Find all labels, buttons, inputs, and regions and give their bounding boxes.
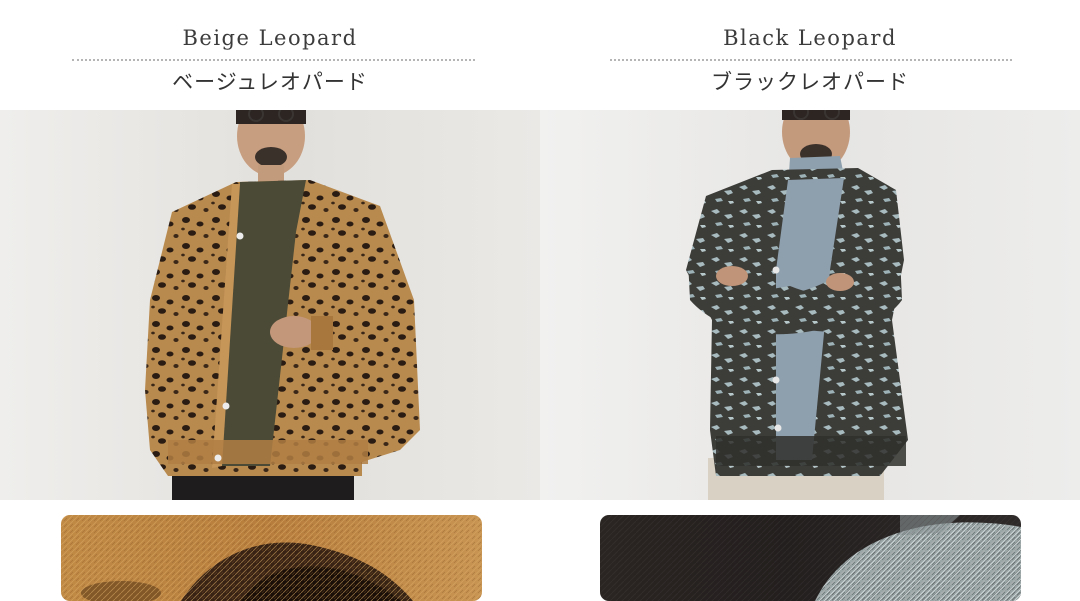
product-title-en: Beige Leopard — [182, 26, 358, 50]
product-column-beige: Beige Leopard ベージュレオパード — [0, 0, 540, 601]
model-photo-beige[interactable] — [0, 110, 540, 500]
fabric-swatch-beige[interactable] — [61, 515, 482, 601]
dotted-divider — [72, 59, 475, 61]
dotted-divider — [610, 59, 1012, 61]
product-title-en: Black Leopard — [723, 26, 897, 50]
product-column-black: Black Leopard ブラックレオパード — [540, 0, 1080, 601]
fabric-swatch-black[interactable] — [600, 515, 1021, 601]
model-photo-black[interactable] — [540, 110, 1080, 500]
product-title-ja: ブラックレオパード — [711, 70, 909, 94]
product-title-ja: ベージュレオパード — [172, 70, 368, 94]
